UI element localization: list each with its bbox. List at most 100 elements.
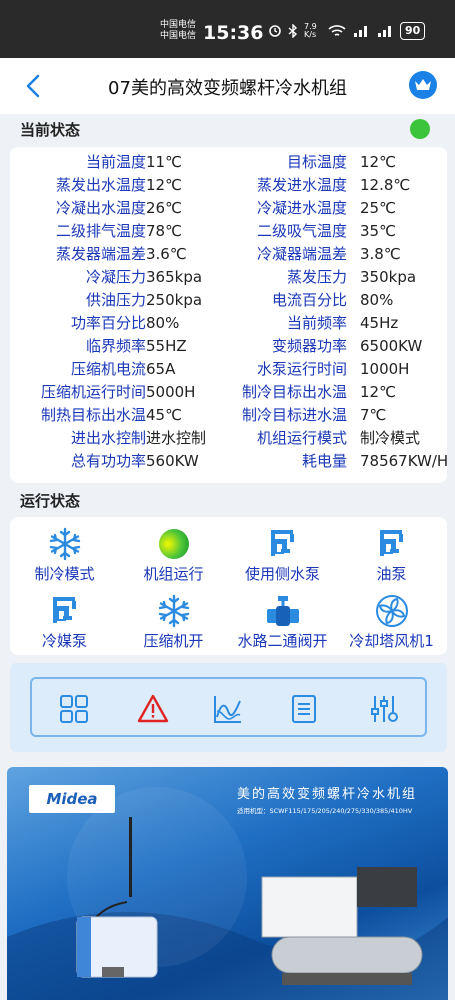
signal-4g-icon	[378, 26, 391, 37]
product-banner[interactable]: Midea 美的高效变频螺杆冷水机组 适用机型：SCWF115/175/205/…	[7, 767, 448, 1000]
wifi-icon	[328, 25, 346, 36]
status-value: 制冷模式	[360, 429, 421, 447]
status-label: 当前频率	[286, 314, 347, 332]
status-row: 二级排气温度 78℃ 二级吸气温度 35℃	[10, 220, 447, 243]
status-label: 机组运行模式	[256, 429, 347, 447]
settings-sliders-icon[interactable]	[368, 693, 400, 725]
status-value: 78℃	[146, 222, 182, 240]
run-status-title: 运行状态	[20, 492, 81, 510]
status-value: 65A	[146, 360, 176, 378]
status-row: 供油压力 250kpa 电流百分比 80%	[10, 289, 447, 312]
status-label: 二级吸气温度	[256, 222, 347, 240]
status-label: 冷凝器端温差	[256, 245, 347, 263]
status-value: 3.8℃	[360, 245, 401, 263]
status-label: 蒸发压力	[286, 268, 347, 286]
run-status-label: 油泵	[376, 565, 407, 583]
status-label: 冷凝压力	[85, 268, 146, 286]
run-status-label: 压缩机开	[143, 632, 204, 650]
carrier-1: 中国电信	[160, 20, 197, 30]
page-title: 07美的高效变频螺杆冷水机组	[108, 78, 347, 99]
alarm-icon	[269, 25, 281, 37]
status-row: 压缩机电流 65A 水泵运行时间 1000H	[10, 358, 447, 381]
banner-subtitle: 适用机型：SCWF115/175/205/240/275/330/385/410…	[237, 807, 413, 815]
carrier-2: 中国电信	[160, 31, 197, 41]
run-status-label: 制冷模式	[34, 565, 95, 583]
status-value: 55HZ	[146, 337, 187, 355]
status-value: 26℃	[146, 199, 182, 217]
status-row: 制热目标出水温 45℃ 制冷目标进水温 7℃	[10, 404, 447, 427]
status-label: 电流百分比	[271, 291, 347, 309]
status-value: 560KW	[146, 452, 199, 470]
run-status-item: 压缩机开	[119, 594, 228, 651]
status-row: 功率百分比 80% 当前频率 45Hz	[10, 312, 447, 335]
status-row: 压缩机运行时间 5000H 制冷目标出水温 12℃	[10, 381, 447, 404]
status-label: 压缩机运行时间	[40, 383, 146, 401]
status-value: 80%	[360, 291, 394, 309]
status-label: 冷凝出水温度	[55, 199, 146, 217]
battery-indicator: 90	[400, 22, 426, 40]
status-value: 5000H	[146, 383, 196, 401]
status-label: 临界频率	[85, 337, 146, 355]
status-value: 78567KW/H	[360, 452, 449, 470]
status-label: 当前温度	[85, 153, 146, 171]
midea-logo: Midea	[29, 785, 115, 813]
status-row: 冷凝出水温度 26℃ 冷凝进水温度 25℃	[10, 197, 447, 220]
status-row: 冷凝压力 365kpa 蒸发压力 350kpa	[10, 266, 447, 289]
run-status-card: 制冷模式 机组运行 使用侧水泵 油泵冷媒泵 压缩机开 水路二通阀开 冷却塔风机1	[10, 517, 447, 655]
status-value: 45Hz	[360, 314, 399, 332]
crown-icon[interactable]	[409, 71, 437, 99]
current-status-card: 当前温度 11℃ 目标温度 12℃ 蒸发出水温度 12℃ 蒸发进水温度 12.8℃ 冷凝出水温度…	[10, 147, 449, 483]
run-status-item: 油泵	[337, 527, 446, 584]
status-value: 3.6℃	[146, 245, 187, 263]
run-status-item: 水路二通阀开	[228, 594, 337, 651]
status-icons: 7.9 K/s 90	[268, 22, 426, 40]
status-label: 功率百分比	[70, 314, 146, 332]
run-status-label: 使用侧水泵	[244, 565, 320, 583]
status-value: 11℃	[146, 153, 182, 171]
status-label: 二级排气温度	[55, 222, 146, 240]
current-status-title: 当前状态	[20, 121, 81, 139]
status-value: 1000H	[360, 360, 410, 378]
status-value: 350kpa	[360, 268, 417, 286]
run-status-label: 水路二通阀开	[237, 632, 328, 650]
function-panel	[10, 663, 447, 752]
pump-icon	[337, 527, 446, 561]
run-status-item: 制冷模式	[10, 527, 119, 584]
system-status-bar: 中国电信 中国电信 15:36 7.9 K/s 90	[0, 0, 455, 58]
status-value: 12℃	[146, 176, 182, 194]
clock: 15:36	[203, 22, 264, 44]
status-label: 变频器功率	[271, 337, 347, 355]
run-status-item: 冷媒泵	[10, 594, 119, 651]
dashboard-grid-icon[interactable]	[58, 693, 90, 725]
pump-icon	[10, 594, 119, 628]
fan-icon	[337, 594, 446, 628]
running-indicator-icon	[119, 527, 228, 561]
status-value: 6500KW	[360, 337, 423, 355]
status-value: 12℃	[360, 383, 396, 401]
status-label: 总有功功率	[70, 452, 146, 470]
pump-icon	[228, 527, 337, 561]
status-row: 进出水控制 进水控制 机组运行模式 制冷模式	[10, 427, 447, 450]
run-status-item: 冷却塔风机1	[337, 594, 446, 651]
status-row: 当前温度 11℃ 目标温度 12℃	[10, 151, 447, 174]
status-value: 进水控制	[146, 429, 207, 447]
status-label: 制热目标出水温	[40, 406, 146, 424]
run-status-label: 冷却塔风机1	[349, 632, 434, 650]
chart-curve-icon[interactable]	[212, 693, 244, 725]
status-value: 45℃	[146, 406, 182, 424]
status-value: 7℃	[360, 406, 387, 424]
status-label: 制冷目标进水温	[241, 406, 347, 424]
status-row: 临界频率 55HZ 变频器功率 6500KW	[10, 335, 447, 358]
status-label: 供油压力	[85, 291, 146, 309]
status-label: 进出水控制	[70, 429, 146, 447]
status-label: 制冷目标出水温	[241, 383, 347, 401]
list-document-icon[interactable]	[288, 693, 320, 725]
run-status-item: 机组运行	[119, 527, 228, 584]
alarm-warning-icon[interactable]	[137, 693, 169, 725]
status-value: 250kpa	[146, 291, 203, 309]
network-speed: 7.9 K/s	[304, 22, 317, 39]
status-value: 12.8℃	[360, 176, 411, 194]
status-label: 目标温度	[286, 153, 347, 171]
status-label: 蒸发出水温度	[55, 176, 146, 194]
status-label: 耗电量	[301, 452, 347, 470]
